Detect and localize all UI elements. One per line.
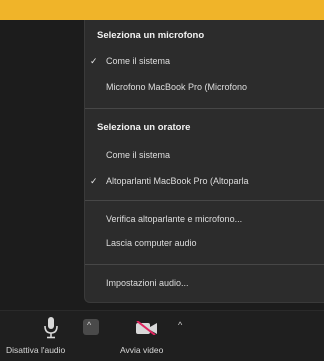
leave-computer-audio-item[interactable]: Lascia computer audio [85, 236, 324, 252]
speaker-section-header: Seleziona un oratore [97, 122, 191, 133]
menu-item-label: Microfono MacBook Pro (Microfono [106, 82, 248, 92]
menu-item-label: Lascia computer audio [106, 238, 197, 248]
menu-item-label: Impostazioni audio... [106, 278, 189, 288]
menu-item-label: Verifica altoparlante e microfono... [106, 214, 243, 224]
meeting-toolbar: Disattiva l'audio ^ Avvia video ^ [0, 310, 324, 361]
check-icon: ✓ [90, 176, 98, 186]
mic-section-header: Seleziona un microfono [97, 30, 205, 41]
microphone-icon [44, 317, 58, 339]
menu-item-label: Come il sistema [106, 150, 171, 160]
speaker-item-system[interactable]: Come il sistema [85, 148, 324, 164]
video-off-icon [136, 321, 157, 335]
audio-options-menu: Seleziona un microfono ✓ Come il sistema… [84, 20, 324, 303]
menu-divider [85, 200, 324, 201]
mute-label: Disattiva l'audio [6, 345, 66, 355]
audio-settings-item[interactable]: Impostazioni audio... [85, 276, 324, 292]
menu-item-label: Come il sistema [106, 56, 171, 66]
video-options-caret[interactable]: ^ [178, 320, 182, 330]
top-highlight-bar [0, 0, 324, 20]
test-speaker-mic-item[interactable]: Verifica altoparlante e microfono... [85, 212, 324, 228]
menu-divider [85, 108, 324, 109]
start-video-button[interactable]: Avvia video [112, 311, 176, 361]
menu-item-label: Altoparlanti MacBook Pro (Altoparla [106, 176, 249, 186]
mute-button[interactable]: Disattiva l'audio [0, 311, 80, 361]
start-video-label: Avvia video [120, 345, 164, 355]
chevron-up-icon: ^ [87, 320, 92, 330]
check-icon: ✓ [90, 56, 98, 66]
mic-item-system[interactable]: ✓ Come il sistema [85, 54, 324, 70]
audio-options-caret[interactable]: ^ [83, 319, 99, 335]
mic-item-macbook[interactable]: Microfono MacBook Pro (Microfono [85, 80, 324, 96]
menu-divider [85, 264, 324, 265]
speaker-item-macbook[interactable]: ✓ Altoparlanti MacBook Pro (Altoparla [85, 174, 324, 190]
